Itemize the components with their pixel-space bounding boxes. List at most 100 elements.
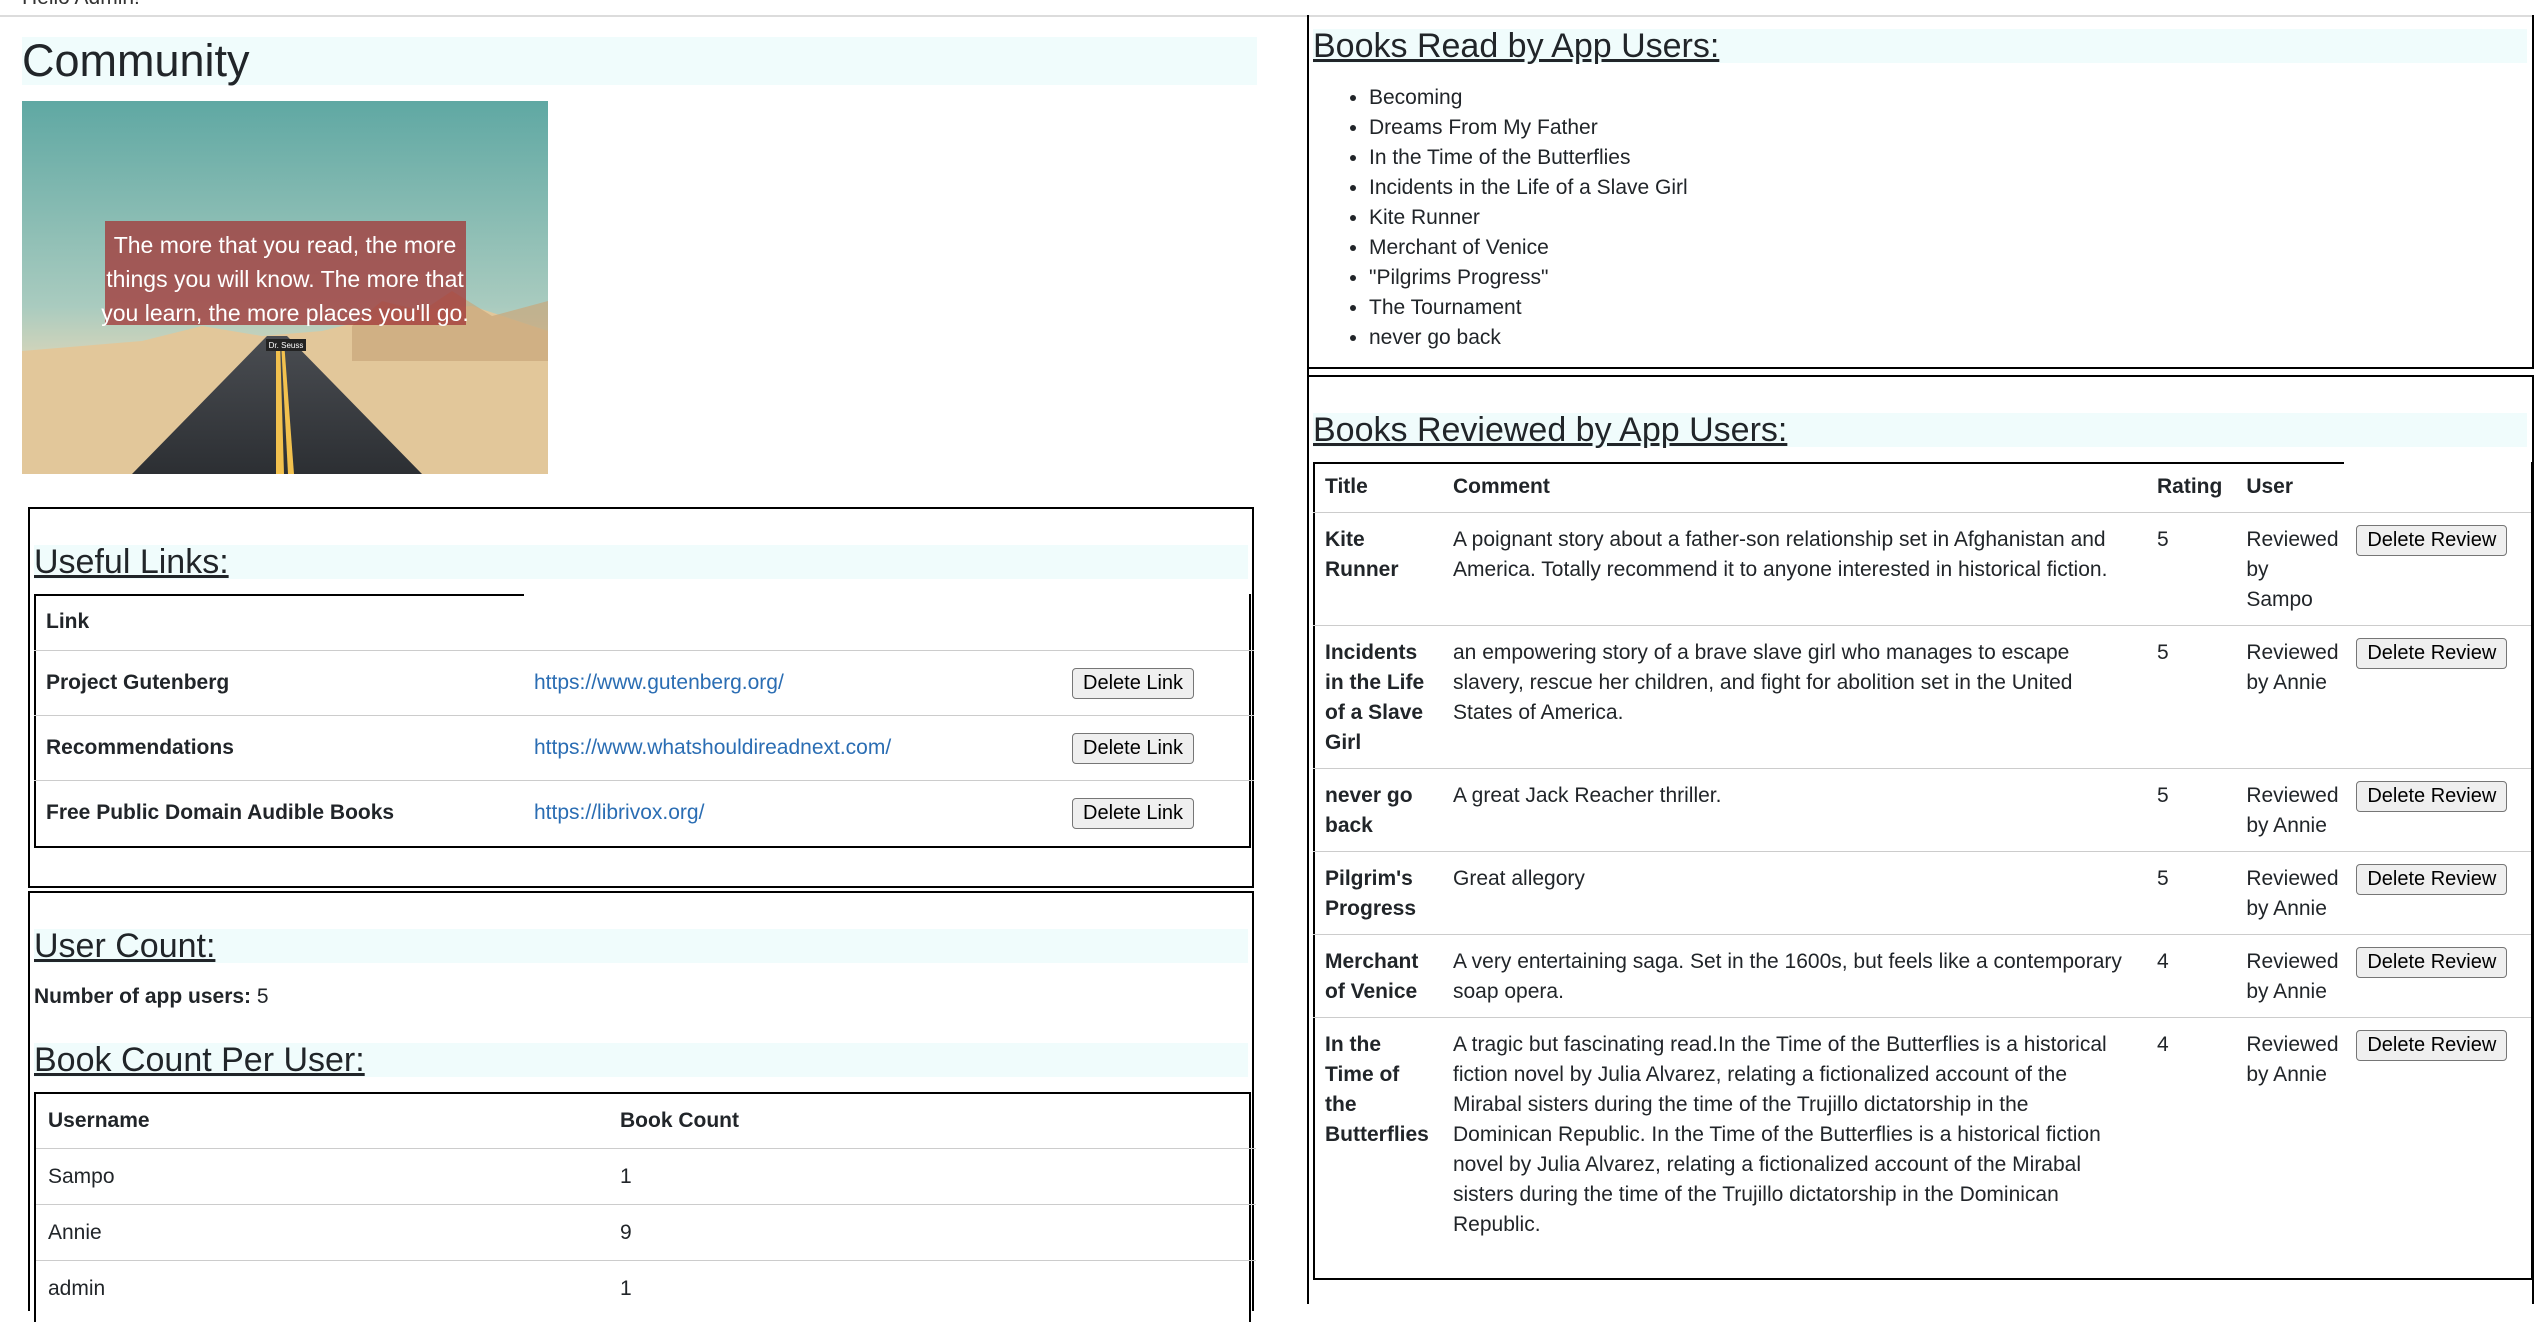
review-rating: 5: [2145, 768, 2235, 852]
username-cell: admin: [36, 1260, 608, 1316]
username-header: Username: [48, 1109, 150, 1132]
delete-link-button[interactable]: Delete Link: [1072, 732, 1195, 764]
book-count-table-frame: Username Book Count Sampo 1 Annie 9 admi…: [34, 1092, 1256, 1322]
table-row: Project Gutenberg https://www.gutenberg.…: [34, 650, 1254, 716]
link-name: Recommendations: [34, 715, 522, 781]
useful-links-table: Link Project Gutenberg https://www.guten…: [34, 594, 1254, 845]
links-action-header: [1026, 594, 1254, 651]
links-column-header: Link: [46, 610, 90, 633]
review-title: Merchant of Venice: [1313, 934, 1441, 1018]
review-title: In the Time of the Butterflies: [1313, 1017, 1441, 1250]
table-row: In the Time of the Butterflies A tragic …: [1313, 1017, 2531, 1250]
action-header: [2352, 462, 2531, 513]
link-url[interactable]: https://www.whatshouldireadnext.com/: [534, 736, 891, 759]
books-reviewed-table: Title Comment Rating User Kite Runner A …: [1313, 462, 2531, 1250]
delete-review-button[interactable]: Delete Review: [2356, 638, 2508, 669]
book-count-header: Book Count: [620, 1109, 739, 1132]
list-item: In the Time of the Butterflies: [1369, 143, 2534, 173]
review-user: Reviewed by Annie: [2234, 625, 2353, 769]
review-rating: 4: [2145, 1017, 2235, 1250]
delete-review-button[interactable]: Delete Review: [2356, 864, 2508, 895]
review-title: Incidents in the Life of a Slave Girl: [1313, 625, 1441, 769]
list-item: Merchant of Venice: [1369, 233, 2534, 263]
list-item: never go back: [1369, 323, 2534, 353]
rating-header: Rating: [2157, 475, 2223, 498]
user-count-line: Number of app users: 5: [34, 985, 269, 1009]
delete-review-button[interactable]: Delete Review: [2356, 947, 2508, 978]
links-url-header: [522, 594, 1026, 651]
list-item: Becoming: [1369, 83, 2534, 113]
review-comment: A very entertaining saga. Set in the 160…: [1441, 934, 2145, 1018]
review-title: never go back: [1313, 768, 1441, 852]
count-cell: 9: [608, 1204, 1256, 1261]
quote-image: The more that you read, the more things …: [22, 101, 548, 474]
user-stats-section: User Count: Number of app users: 5 Book …: [28, 891, 1256, 1322]
books-read-list: Becoming Dreams From My Father In the Ti…: [1309, 83, 2534, 353]
delete-review-button[interactable]: Delete Review: [2356, 781, 2508, 812]
table-row: Recommendations https://www.whatshouldir…: [34, 715, 1254, 781]
link-name: Project Gutenberg: [34, 650, 522, 716]
quote-author: Dr. Seuss: [269, 341, 304, 350]
list-item: Incidents in the Life of a Slave Girl: [1369, 173, 2534, 203]
review-rating: 5: [2145, 625, 2235, 769]
delete-review-button[interactable]: Delete Review: [2356, 525, 2508, 556]
user-count-label: Number of app users:: [34, 985, 252, 1008]
table-row: Pilgrim's Progress Great allegory 5 Revi…: [1313, 851, 2531, 935]
books-reviewed-section: Books Reviewed by App Users: Title Comme…: [1307, 375, 2534, 1304]
review-comment: Great allegory: [1441, 851, 2145, 935]
books-read-heading: Books Read by App Users:: [1313, 29, 2527, 63]
review-title: Kite Runner: [1313, 512, 1441, 626]
review-user: Reviewed by Annie: [2234, 1017, 2353, 1250]
username-cell: Annie: [36, 1204, 608, 1261]
count-cell: 1: [608, 1148, 1256, 1205]
comment-header: Comment: [1453, 475, 1550, 498]
list-item: The Tournament: [1369, 293, 2534, 323]
user-count-heading: User Count:: [34, 929, 1248, 963]
quote-line-2: things you will know. The more that: [106, 266, 464, 292]
user-count-value: 5: [256, 985, 269, 1008]
table-row: Incidents in the Life of a Slave Girl an…: [1313, 625, 2531, 769]
book-count-table: Username Book Count Sampo 1 Annie 9 admi…: [36, 1094, 1256, 1316]
table-row: admin 1: [36, 1260, 1256, 1316]
greeting-text: Hello Admin!: [22, 0, 140, 10]
review-rating: 4: [2145, 934, 2235, 1018]
table-row: Sampo 1: [36, 1148, 1256, 1205]
link-url[interactable]: https://librivox.org/: [534, 801, 704, 824]
useful-links-section: Useful Links: Link Project Gutenberg htt…: [28, 507, 1254, 888]
user-header: User: [2246, 475, 2294, 498]
table-row: Merchant of Venice A very entertaining s…: [1313, 934, 2531, 1018]
quote-line-1: The more that you read, the more: [114, 232, 457, 258]
review-comment: A poignant story about a father-son rela…: [1441, 512, 2145, 626]
list-item: Kite Runner: [1369, 203, 2534, 233]
delete-link-button[interactable]: Delete Link: [1072, 667, 1195, 699]
quote-line-3: you learn, the more places you'll go.: [101, 300, 468, 326]
book-count-heading: Book Count Per User:: [34, 1043, 1248, 1077]
review-user: Reviewed by Annie: [2234, 934, 2353, 1018]
review-user: Reviewed by Annie: [2234, 768, 2353, 852]
review-user: Reviewed by Sampo: [2234, 512, 2353, 626]
review-rating: 5: [2145, 851, 2235, 935]
list-item: Dreams From My Father: [1369, 113, 2534, 143]
review-comment: an empowering story of a brave slave gir…: [1441, 625, 2145, 769]
link-url[interactable]: https://www.gutenberg.org/: [534, 671, 784, 694]
review-rating: 5: [2145, 512, 2235, 626]
delete-link-button[interactable]: Delete Link: [1072, 797, 1195, 829]
books-read-section: Books Read by App Users: Becoming Dreams…: [1307, 15, 2534, 369]
username-cell: Sampo: [36, 1148, 608, 1205]
table-row: Free Public Domain Audible Books https:/…: [34, 780, 1254, 845]
count-cell: 1: [608, 1260, 1256, 1316]
delete-review-button[interactable]: Delete Review: [2356, 1030, 2508, 1061]
review-user: Reviewed by Annie: [2234, 851, 2353, 935]
books-reviewed-heading: Books Reviewed by App Users:: [1313, 413, 2527, 447]
review-title: Pilgrim's Progress: [1313, 851, 1441, 935]
title-header: Title: [1325, 475, 1368, 498]
review-comment: A tragic but fascinating read.In the Tim…: [1441, 1017, 2145, 1250]
table-row: Kite Runner A poignant story about a fat…: [1313, 512, 2531, 626]
list-item: "Pilgrims Progress": [1369, 263, 2534, 293]
table-row: never go back A great Jack Reacher thril…: [1313, 768, 2531, 852]
review-comment: A great Jack Reacher thriller.: [1441, 768, 2145, 852]
page-title: Community: [22, 37, 1257, 85]
useful-links-heading: Useful Links:: [34, 545, 1248, 579]
table-row: Annie 9: [36, 1204, 1256, 1261]
link-name: Free Public Domain Audible Books: [34, 780, 522, 845]
